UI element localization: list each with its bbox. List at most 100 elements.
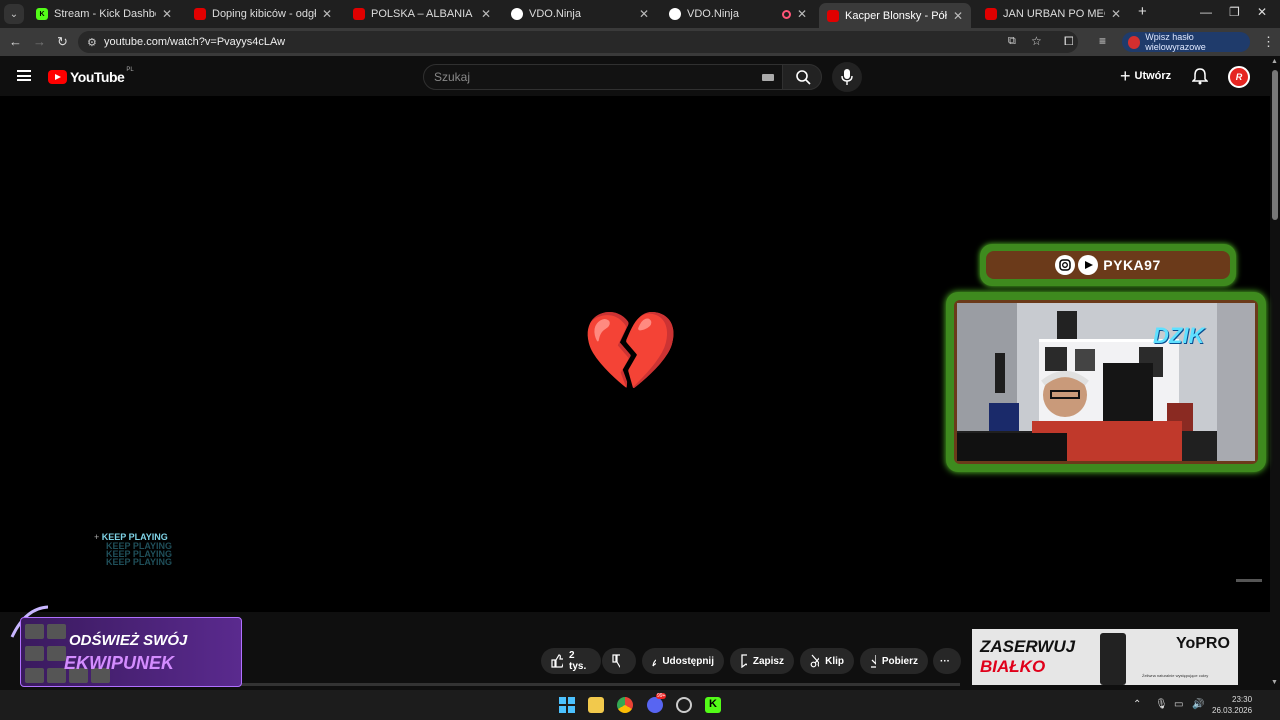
tab-vdo-ninja-1[interactable]: VDO.Ninja ✕ xyxy=(503,3,657,25)
create-label: Utwórz xyxy=(1134,70,1172,82)
search-button[interactable] xyxy=(782,64,822,90)
video-progress-track[interactable] xyxy=(240,683,960,686)
minimize-icon[interactable]: — xyxy=(1200,5,1212,19)
profile-chip[interactable]: Wpisz hasło wielowyrazowe xyxy=(1122,32,1250,52)
tray-volume-icon[interactable]: 🔊 xyxy=(1192,699,1204,710)
clip-label: Klip xyxy=(825,655,844,667)
back-arrow-icon[interactable]: ← xyxy=(9,34,22,49)
more-actions-button[interactable]: ··· xyxy=(933,648,961,674)
cast-icon[interactable]: ⧉ xyxy=(1008,35,1016,48)
url-text: youtube.com/watch?v=Pvayys4cLAw xyxy=(104,36,286,48)
scroll-thumb[interactable] xyxy=(1272,70,1278,220)
youtube-play-icon xyxy=(48,70,67,84)
close-icon[interactable]: ✕ xyxy=(797,7,807,21)
share-button[interactable]: Udostępnij xyxy=(642,648,724,674)
vdo-ninja-icon xyxy=(511,8,523,20)
discord-icon[interactable]: 99+ xyxy=(647,693,667,713)
ad-brand: YoPRO xyxy=(1176,635,1230,652)
close-icon[interactable]: ✕ xyxy=(1111,7,1121,21)
ad-fine-print: Żeliwna naturalnie występujące cukry xyxy=(1142,673,1209,678)
youtube-icon xyxy=(827,9,839,22)
like-button[interactable]: 2 tys. xyxy=(541,648,601,674)
save-label: Zapisz xyxy=(752,655,784,667)
site-info-icon[interactable]: ⚙ xyxy=(87,36,97,49)
forward-arrow-icon[interactable]: → xyxy=(33,34,46,49)
inventory-slot xyxy=(25,624,44,639)
dislike-button[interactable] xyxy=(602,648,636,674)
search-input[interactable] xyxy=(434,70,754,84)
save-button[interactable]: Zapisz xyxy=(730,648,794,674)
address-bar[interactable]: ⚙ youtube.com/watch?v=Pvayys4cLAw ⧉ ☆ xyxy=(78,31,1078,53)
restore-icon[interactable]: ❐ xyxy=(1229,5,1240,19)
youtube-icon xyxy=(194,8,206,20)
close-icon[interactable]: ✕ xyxy=(481,7,491,21)
tab-search-chevron-icon[interactable]: ⌄ xyxy=(4,4,24,24)
inventory-slot xyxy=(47,624,66,639)
scroll-up-arrow-icon[interactable]: ▲ xyxy=(1271,58,1278,65)
tab-polska-albania[interactable]: POLSKA – ALBANIA 2:1! LEWAN ✕ xyxy=(345,3,499,25)
tab-kacper-blonsky[interactable]: Kacper Blonsky - Pół świata :( ✕ xyxy=(819,3,971,28)
tab-kick-dashboard[interactable]: K Stream - Kick Dashboard ✕ xyxy=(28,3,180,25)
extensions-icon[interactable]: ⧠ xyxy=(1064,34,1074,49)
promo-box: ODŚWIEŻ SWÓJ EKWIPUNEK xyxy=(20,617,242,687)
bookmark-star-icon[interactable]: ☆ xyxy=(1031,34,1042,48)
browser-tab-strip: ⌄ K Stream - Kick Dashboard ✕ Doping kib… xyxy=(0,0,1280,28)
profile-avatar-icon xyxy=(1128,35,1141,49)
youtube-icon xyxy=(353,8,365,20)
clock-date: 26.03.2026 xyxy=(1212,706,1253,715)
close-icon[interactable]: ✕ xyxy=(953,9,963,23)
new-tab-button[interactable]: + xyxy=(1138,3,1147,20)
windows-start-icon[interactable] xyxy=(559,697,575,713)
tray-network-icon[interactable]: ▭ xyxy=(1174,699,1183,710)
account-avatar[interactable]: R xyxy=(1228,66,1250,88)
download-button[interactable]: Pobierz xyxy=(860,648,928,674)
close-window-icon[interactable]: ✕ xyxy=(1257,5,1267,19)
discord-badge: 99+ xyxy=(656,693,667,699)
create-button[interactable]: + Utwórz xyxy=(1120,66,1171,86)
webcam-overlay: DZIK xyxy=(946,292,1266,472)
tray-microphone-icon[interactable]: 🎙 xyxy=(1155,699,1168,710)
windows-taskbar: 99+ K ⌃ 🎙 ▭ 🔊 23:30 26.03.2026 xyxy=(0,690,1280,720)
share-label: Udostępnij xyxy=(662,655,714,667)
file-explorer-icon[interactable] xyxy=(588,697,604,713)
inventory-slot xyxy=(25,668,44,683)
youtube-header: YouTube PL + Utwórz R xyxy=(0,56,1270,96)
chrome-icon[interactable] xyxy=(617,697,633,713)
clip-button[interactable]: Klip xyxy=(800,648,854,674)
obs-icon[interactable] xyxy=(676,697,692,713)
reading-list-icon[interactable]: ≡ xyxy=(1099,34,1106,48)
tab-title: Stream - Kick Dashboard xyxy=(54,8,156,20)
yopro-can-image xyxy=(1100,633,1126,685)
kebab-menu-icon[interactable]: ⋮ xyxy=(1262,34,1275,50)
scroll-down-arrow-icon[interactable]: ▼ xyxy=(1271,679,1278,686)
yopro-ad-banner: ZASERWUJ BIAŁKO YoPRO Żeliwna naturalnie… xyxy=(972,629,1238,685)
kick-icon: K xyxy=(36,8,48,20)
scissors-icon xyxy=(810,654,820,668)
youtube-wordmark: YouTube xyxy=(70,69,125,85)
close-icon[interactable]: ✕ xyxy=(322,7,332,21)
close-icon[interactable]: ✕ xyxy=(639,7,649,21)
youtube-social-icon xyxy=(1078,255,1099,275)
youtube-logo[interactable]: YouTube PL xyxy=(48,67,134,85)
hamburger-menu-icon[interactable] xyxy=(17,70,31,81)
voice-search-button[interactable] xyxy=(832,62,862,92)
notifications-bell-icon[interactable] xyxy=(1192,67,1208,85)
close-icon[interactable]: ✕ xyxy=(162,7,172,21)
tray-chevron-up-icon[interactable]: ⌃ xyxy=(1133,699,1141,710)
country-code: PL xyxy=(126,67,134,73)
kick-app-icon[interactable]: K xyxy=(705,697,721,713)
browser-toolbar: ← → ↻ ⚙ youtube.com/watch?v=Pvayys4cLAw … xyxy=(0,28,1280,56)
microphone-icon xyxy=(841,69,853,85)
tab-jan-urban[interactable]: JAN URBAN PO MECZU Z ALBA ✕ xyxy=(977,3,1129,25)
tray-clock[interactable]: 23:30 26.03.2026 xyxy=(1212,694,1252,716)
keyboard-icon[interactable] xyxy=(762,74,774,81)
thumbs-down-icon xyxy=(612,654,620,668)
kick-letter: K xyxy=(709,698,717,710)
instagram-icon xyxy=(1055,255,1076,275)
page-scrollbar[interactable]: ▲ ▼ xyxy=(1270,56,1280,690)
tab-vdo-ninja-2[interactable]: VDO.Ninja ✕ xyxy=(661,3,815,25)
reload-icon[interactable]: ↻ xyxy=(57,34,68,50)
inventory-slot xyxy=(25,646,44,661)
tab-doping[interactable]: Doping kibiców - odgłosy kibic ✕ xyxy=(186,3,340,25)
recording-icon xyxy=(781,9,791,19)
